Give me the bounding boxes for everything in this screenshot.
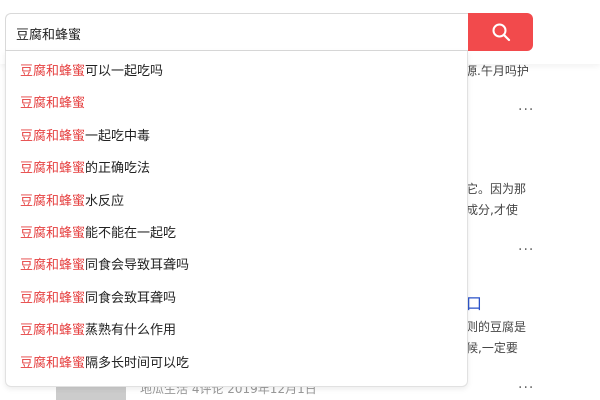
result-snippet: 源.午月吗护 <box>465 64 529 78</box>
result-title[interactable]: 口 <box>466 290 482 314</box>
search-button[interactable] <box>468 13 533 51</box>
suggestion-item[interactable]: 豆腐和蜂蜜水反应 <box>6 186 467 218</box>
search-box[interactable] <box>5 13 468 51</box>
search-icon <box>492 23 510 42</box>
suggestion-item[interactable]: 豆腐和蜂蜜 <box>6 88 467 120</box>
result-snippet: 则的豆腐是 <box>466 320 527 334</box>
suggestion-item[interactable]: 豆腐和蜂蜜隔多长时间可以吃 <box>6 348 467 380</box>
suggestion-item[interactable]: 豆腐和蜂蜜一起吃中毒 <box>6 121 467 153</box>
result-snippet: 候,一定要 <box>466 341 518 355</box>
more-icon[interactable]: ··· <box>518 242 534 258</box>
result-snippet: 它。因为那 <box>466 182 527 196</box>
result-snippet: 成分,才使 <box>466 203 518 217</box>
suggestion-item[interactable]: 豆腐和蜂蜜的正确吃法 <box>6 153 467 185</box>
suggestion-item[interactable]: 豆腐和蜂蜜能不能在一起吃 <box>6 218 467 250</box>
suggestion-dropdown: 豆腐和蜂蜜可以一起吃吗 豆腐和蜂蜜 豆腐和蜂蜜一起吃中毒 豆腐和蜂蜜的正确吃法 … <box>5 51 468 387</box>
search-input[interactable] <box>16 21 456 45</box>
suggestion-item[interactable]: 豆腐和蜂蜜蒸熟有什么作用 <box>6 315 467 347</box>
suggestion-item[interactable]: 豆腐和蜂蜜同食会导致耳聋吗 <box>6 250 467 282</box>
more-icon[interactable]: ··· <box>518 380 534 396</box>
more-icon[interactable]: ··· <box>518 102 534 118</box>
suggestion-item[interactable]: 豆腐和蜂蜜同食会致耳聋吗 <box>6 283 467 315</box>
suggestion-item[interactable]: 豆腐和蜂蜜可以一起吃吗 <box>6 56 467 88</box>
